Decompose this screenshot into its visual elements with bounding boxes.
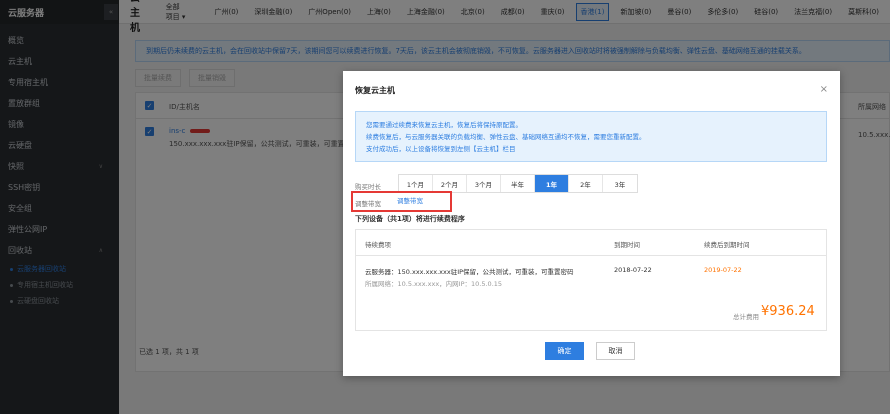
info-box: 您需要通过续费来恢复云主机，恢复后将保持原配置。 续费恢复后，与云服务器关联的负… — [355, 111, 827, 162]
new-expire-date: 2019-07-22 — [704, 266, 742, 274]
renew-item-name: 云服务器：150.xxx.xxx.xxx驻IP保留，公共测试，可重装，可重置密码 — [365, 268, 574, 276]
adjust-bandwidth-label: 调整带宽 — [355, 200, 381, 208]
table-row: 云服务器：150.xxx.xxx.xxx驻IP保留，公共测试，可重装，可重置密码… — [356, 256, 826, 296]
confirm-button[interactable]: 确定 — [545, 342, 584, 360]
col-new-expire: 续费后到期时间 — [704, 241, 750, 249]
duration-option[interactable]: 2年 — [569, 175, 603, 192]
renew-item-net: 所属网络：10.5.xxx.xxx，内网IP：10.5.0.15 — [365, 280, 503, 288]
renew-table-header: 待续费项 到期时间 续费后到期时间 — [356, 230, 826, 256]
cancel-button[interactable]: 取消 — [596, 342, 635, 360]
col-item: 待续费项 — [365, 241, 391, 249]
total-price: ¥936.24 — [761, 304, 815, 319]
info-line: 您需要通过续费来恢复云主机，恢复后将保持原配置。 — [366, 121, 522, 129]
modal-title: 恢复云主机 — [355, 86, 395, 95]
duration-option[interactable]: 1个月 — [399, 175, 433, 192]
duration-label: 购买时长 — [355, 183, 381, 191]
info-line: 续费恢复后，与云服务器关联的负载均衡、弹性云盘、基础网络互通均不恢复，需要您重新… — [366, 133, 646, 141]
duration-option[interactable]: 3个月 — [467, 175, 501, 192]
duration-option[interactable]: 2个月 — [433, 175, 467, 192]
close-icon[interactable]: × — [820, 84, 828, 95]
restore-modal: 恢复云主机 × 您需要通过续费来恢复云主机，恢复后将保持原配置。 续费恢复后，与… — [343, 71, 840, 376]
adjust-bandwidth-link[interactable]: 调整带宽 — [397, 195, 423, 205]
duration-option[interactable]: 3年 — [603, 175, 637, 192]
duration-option-selected[interactable]: 1年 — [535, 175, 569, 192]
col-expire: 到期时间 — [614, 241, 640, 249]
total-label: 总计费用 — [733, 313, 759, 321]
process-title: 下列设备（共1项）将进行续费程序 — [355, 215, 465, 223]
expire-date: 2018-07-22 — [614, 266, 652, 274]
duration-option[interactable]: 半年 — [501, 175, 535, 192]
info-line: 支付成功后，以上设备将恢复到左侧【云主机】栏目 — [366, 145, 516, 153]
